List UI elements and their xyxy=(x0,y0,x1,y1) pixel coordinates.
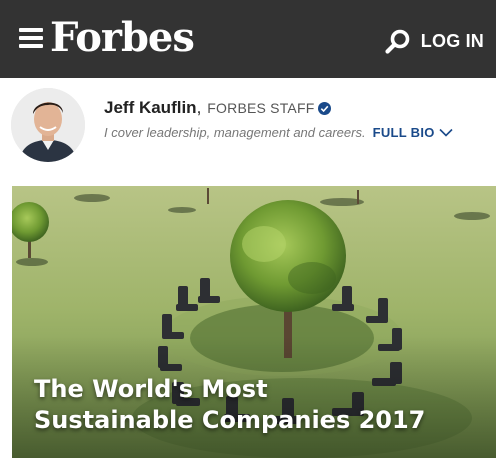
author-photo xyxy=(11,88,85,162)
hero-image[interactable]: The World's Most Sustainable Companies 2… xyxy=(12,186,496,458)
author-bio: I cover leadership, management and caree… xyxy=(104,125,366,140)
author-heading: Jeff Kauflin , FORBES STAFF xyxy=(104,98,332,118)
hero-title-line2[interactable]: Sustainable Companies 2017 xyxy=(34,405,425,436)
chevron-down-icon[interactable] xyxy=(439,128,453,137)
verified-icon xyxy=(318,101,332,115)
author-name[interactable]: Jeff Kauflin xyxy=(104,98,197,118)
login-button[interactable]: LOG IN xyxy=(385,28,484,54)
author-role: FORBES STAFF xyxy=(207,100,315,116)
login-label[interactable]: LOG IN xyxy=(421,31,484,52)
hamburger-menu-icon[interactable] xyxy=(19,28,43,48)
search-icon[interactable] xyxy=(385,28,411,54)
author-byline: Jeff Kauflin , FORBES STAFF I cover lead… xyxy=(0,78,496,184)
hero-title-line1[interactable]: The World's Most xyxy=(34,374,425,405)
author-bio-row: I cover leadership, management and caree… xyxy=(104,125,453,140)
author-separator: , xyxy=(196,98,202,117)
forbes-logo[interactable]: Forbes xyxy=(50,13,195,63)
top-bar: Forbes LOG IN xyxy=(0,0,496,78)
full-bio-link[interactable]: FULL BIO xyxy=(373,125,453,140)
author-avatar[interactable] xyxy=(11,88,85,162)
full-bio-label[interactable]: FULL BIO xyxy=(373,125,435,140)
hero-title[interactable]: The World's Most Sustainable Companies 2… xyxy=(34,374,425,436)
